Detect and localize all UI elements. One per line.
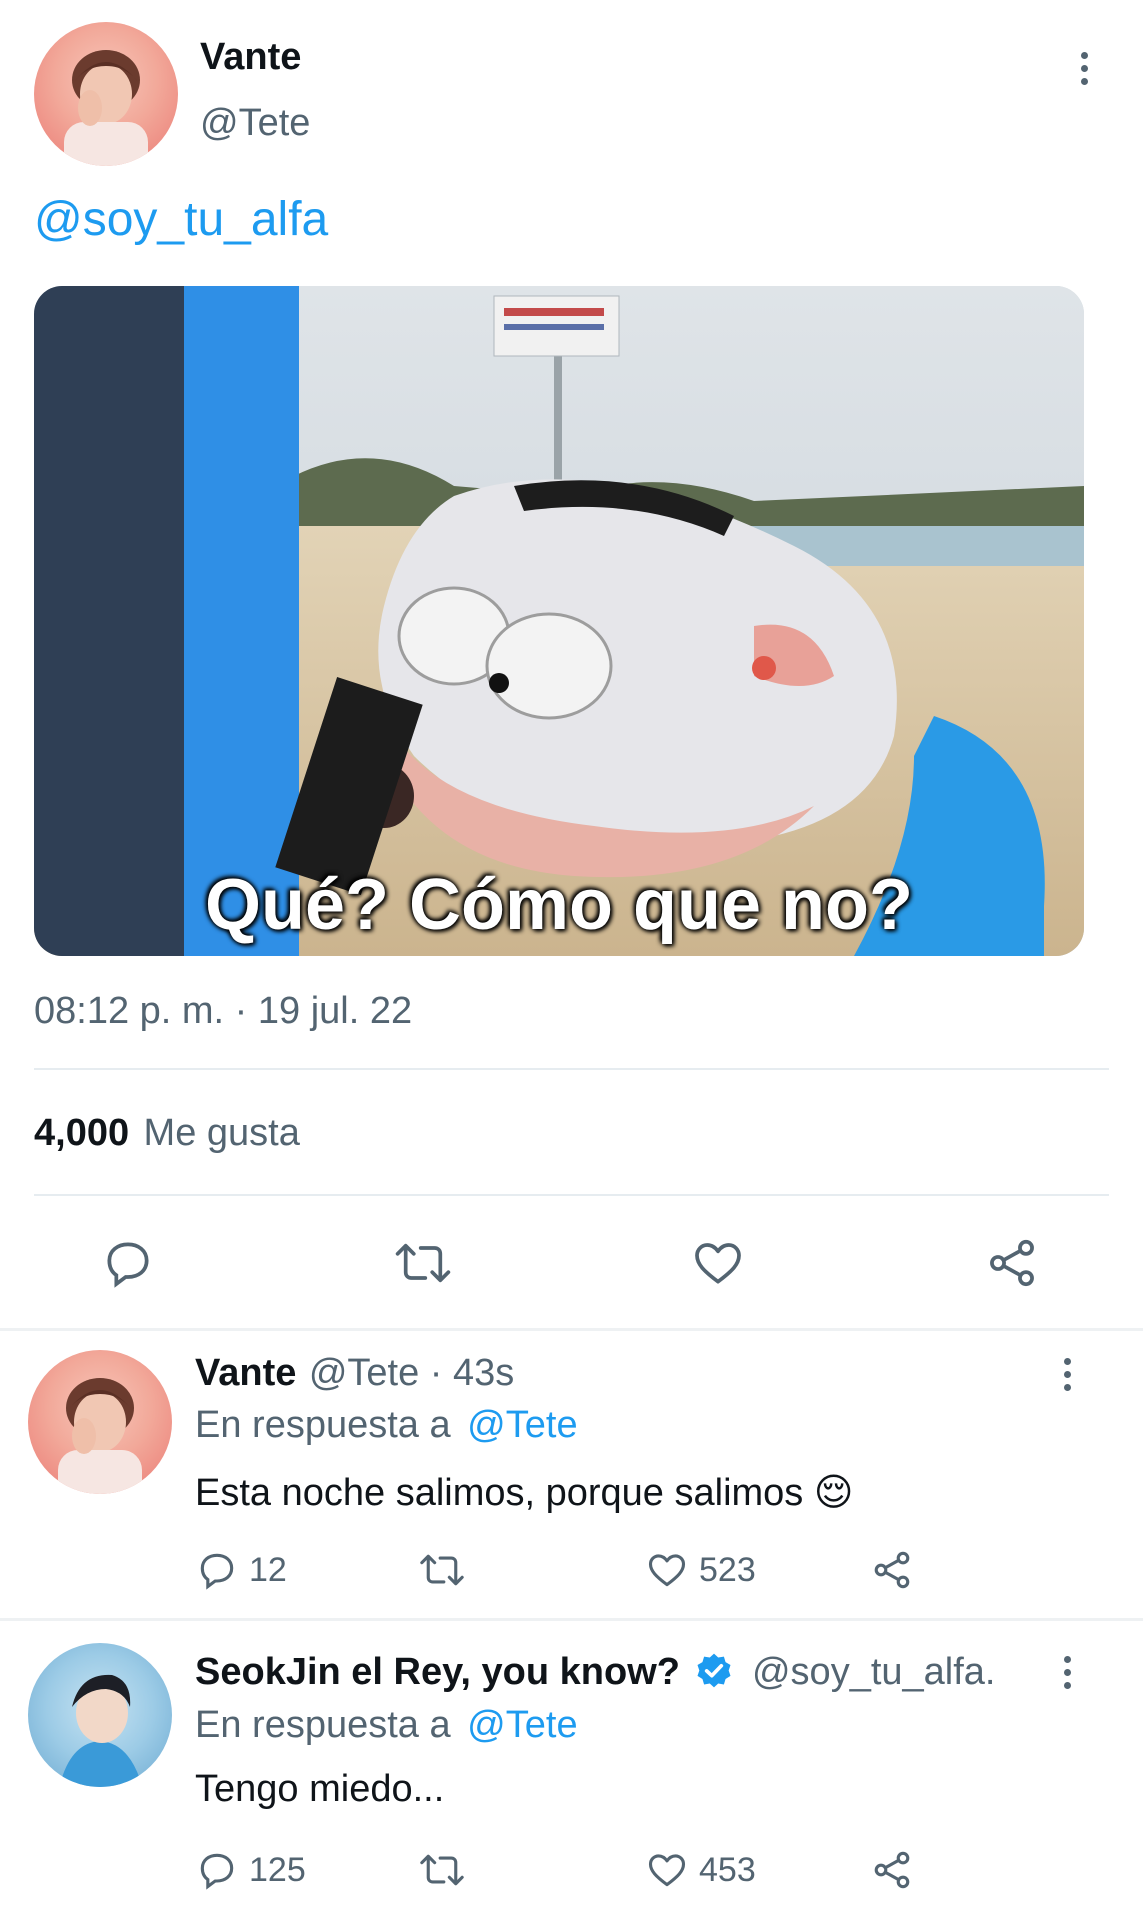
media-image	[34, 286, 1084, 956]
reply-author-handle[interactable]: @soy_tu_alfa.	[752, 1651, 996, 1694]
section-separator	[0, 1328, 1143, 1331]
reply-context: En respuesta a @Tete	[195, 1404, 578, 1447]
divider	[34, 1068, 1109, 1070]
author-avatar[interactable]	[34, 22, 178, 166]
reply-author-name[interactable]: SeokJin el Rey, you know?	[195, 1651, 680, 1694]
tweet-mention[interactable]: @soy_tu_alfa	[34, 192, 328, 247]
more-options-icon[interactable]	[1060, 1358, 1074, 1391]
reply-text: Tengo miedo...	[195, 1768, 445, 1810]
tweet-media[interactable]: Qué? Cómo que no?	[34, 286, 1084, 956]
retweet-icon[interactable]	[418, 1548, 466, 1592]
like-action[interactable]: 523	[645, 1548, 756, 1592]
reply-prefix: En respuesta a	[195, 1704, 451, 1746]
like-icon	[645, 1848, 689, 1892]
verified-badge-icon	[692, 1650, 736, 1694]
likes-summary[interactable]: 4,000 Me gusta	[34, 1112, 300, 1155]
like-count: 453	[699, 1850, 756, 1889]
reply-icon	[195, 1548, 239, 1592]
reply-prefix: En respuesta a	[195, 1404, 451, 1446]
reply-to-link[interactable]: @Tete	[467, 1404, 577, 1446]
retweet-icon[interactable]	[393, 1235, 453, 1291]
reply-icon[interactable]	[100, 1235, 156, 1291]
reply-avatar[interactable]	[28, 1643, 172, 1787]
like-action[interactable]: 453	[645, 1848, 756, 1892]
author-handle[interactable]: @Tete	[200, 102, 310, 145]
reply-action[interactable]: 125	[195, 1848, 306, 1892]
reply-to-link[interactable]: @Tete	[467, 1704, 577, 1746]
more-options-icon[interactable]	[1077, 52, 1091, 85]
media-caption: Qué? Cómo que no?	[205, 865, 913, 945]
like-icon[interactable]	[690, 1235, 746, 1291]
likes-count: 4,000	[34, 1112, 130, 1154]
reply-author-handle[interactable]: @Tete · 43s	[309, 1352, 514, 1394]
more-options-icon[interactable]	[1060, 1656, 1074, 1689]
divider	[34, 1194, 1109, 1196]
reply-action[interactable]: 12	[195, 1548, 287, 1592]
reply-header: SeokJin el Rey, you know? @soy_tu_alfa.	[195, 1650, 995, 1694]
share-icon[interactable]	[984, 1235, 1040, 1291]
reply-author-name[interactable]: Vante	[195, 1352, 296, 1394]
reply-text: Esta noche salimos, porque salimos 😌	[195, 1472, 854, 1514]
reply-count: 125	[249, 1850, 306, 1889]
reply-context: En respuesta a @Tete	[195, 1704, 578, 1747]
author-name[interactable]: Vante	[200, 36, 301, 79]
reply-count: 12	[249, 1550, 287, 1589]
tweet-timestamp[interactable]: 08:12 p. m. · 19 jul. 22	[34, 990, 412, 1033]
share-icon[interactable]	[870, 1848, 914, 1892]
section-separator	[0, 1618, 1143, 1621]
share-icon[interactable]	[870, 1548, 914, 1592]
like-icon	[645, 1548, 689, 1592]
retweet-icon[interactable]	[418, 1848, 466, 1892]
reply-icon	[195, 1848, 239, 1892]
like-count: 523	[699, 1550, 756, 1589]
reply-header: Vante @Tete · 43s	[195, 1352, 514, 1395]
reply-avatar[interactable]	[28, 1350, 172, 1494]
likes-label: Me gusta	[143, 1112, 300, 1154]
